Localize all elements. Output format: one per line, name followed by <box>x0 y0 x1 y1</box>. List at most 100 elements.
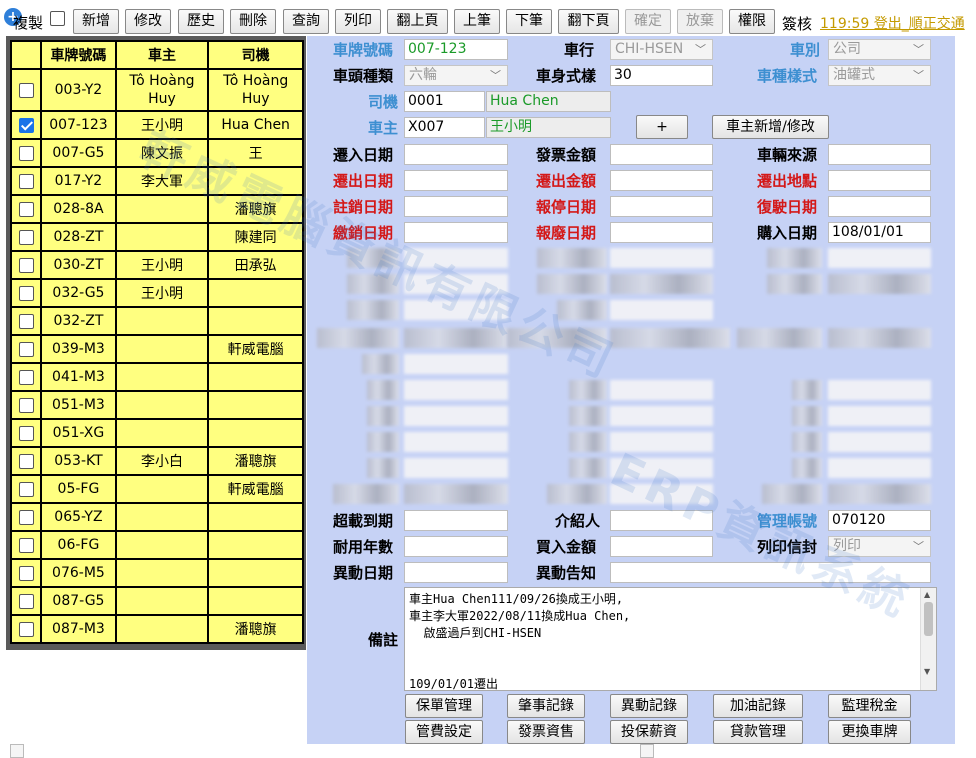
discard-button[interactable]: 放棄 <box>677 9 723 34</box>
loan-manage-button[interactable]: 貸款管理 <box>713 720 803 744</box>
introducer-field[interactable] <box>610 510 713 531</box>
scroll-thumb[interactable] <box>924 602 933 636</box>
plate-field[interactable]: 007-123 <box>404 39 508 60</box>
table-row[interactable]: 039-M3 軒威電腦 <box>12 336 302 362</box>
change-record-button[interactable]: 異動記錄 <box>610 694 688 718</box>
table-row[interactable]: 051-M3 <box>12 392 302 418</box>
row-checkbox[interactable] <box>18 621 34 637</box>
table-row[interactable]: 041-M3 <box>12 364 302 390</box>
prev-record-button[interactable]: 上筆 <box>454 9 500 34</box>
cancel-date-field[interactable] <box>404 196 508 217</box>
add-button[interactable]: 新增 <box>73 9 119 34</box>
table-row[interactable]: 05-FG 軒威電腦 <box>12 476 302 502</box>
model-select[interactable]: 油罐式 ﹀ <box>828 65 931 86</box>
table-row[interactable]: 06-FG <box>12 532 302 558</box>
invoice-amount-field[interactable] <box>610 144 713 165</box>
table-row[interactable]: 087-M3 潘聰旗 <box>12 616 302 642</box>
logout-link[interactable]: 119:59 登出_順正交通 <box>820 13 965 33</box>
out-place-field[interactable] <box>828 170 931 191</box>
invoice-sale-button[interactable]: 發票資售 <box>507 720 585 744</box>
table-row[interactable]: 032-G5 王小明 <box>12 280 302 306</box>
table-row[interactable]: 076-M5 <box>12 560 302 586</box>
row-checkbox[interactable] <box>18 593 34 609</box>
category-select[interactable]: 公司 ﹀ <box>828 39 931 60</box>
change-date-field[interactable] <box>404 562 508 583</box>
row-checkbox[interactable] <box>18 565 34 581</box>
source-field[interactable] <box>828 144 931 165</box>
suspend-date-field[interactable] <box>610 196 713 217</box>
row-checkbox[interactable] <box>18 425 34 441</box>
insured-salary-button[interactable]: 投保薪資 <box>610 720 688 744</box>
plus-button[interactable]: + <box>636 115 688 139</box>
row-checkbox[interactable] <box>18 481 34 497</box>
scroll-down-icon[interactable]: ▼ <box>924 667 930 676</box>
driver-code-field[interactable]: 0001 <box>404 91 485 112</box>
row-checkbox[interactable] <box>18 201 34 217</box>
delete-button[interactable]: 刪除 <box>230 9 276 34</box>
memo-scrollbar[interactable]: ▲ ▼ <box>920 588 936 690</box>
row-checkbox[interactable] <box>18 537 34 553</box>
confirm-button[interactable]: 確定 <box>625 9 671 34</box>
table-row[interactable]: 051-XG <box>12 420 302 446</box>
row-checkbox[interactable] <box>18 173 34 189</box>
memo-textarea[interactable]: 車主Hua Chen111/09/26換成王小明, 車主李大軍2022/08/1… <box>404 587 937 691</box>
next-record-button[interactable]: 下筆 <box>506 9 552 34</box>
owner-edit-button[interactable]: 車主新增/修改 <box>712 115 829 139</box>
table-row[interactable]: 053-KT 李小白 潘聰旗 <box>12 448 302 474</box>
envelope-select[interactable]: 列印 ﹀ <box>828 536 931 557</box>
resume-date-field[interactable] <box>828 196 931 217</box>
row-checkbox[interactable] <box>18 82 34 98</box>
row-checkbox[interactable] <box>18 369 34 385</box>
purchase-date-field[interactable]: 108/01/01 <box>828 222 931 243</box>
row-checkbox[interactable] <box>18 257 34 273</box>
table-row[interactable]: 003-Y2 Tô Hoàng Huy Tô Hoàng Huy <box>12 70 302 110</box>
table-row[interactable]: 007-G5 陳文振王 <box>12 140 302 166</box>
owner-code-field[interactable]: X007 <box>404 117 485 138</box>
table-row[interactable]: 007-123 王小明 Hua Chen <box>12 112 302 138</box>
scroll-up-icon[interactable]: ▲ <box>924 590 930 599</box>
row-checkbox[interactable] <box>18 453 34 469</box>
fuel-record-button[interactable]: 加油記錄 <box>713 694 803 718</box>
table-row[interactable]: 030-ZT 王小明 田承弘 <box>12 252 302 278</box>
policy-manage-button[interactable]: 保單管理 <box>405 694 483 718</box>
scrap-date-field[interactable] <box>610 222 713 243</box>
table-row[interactable]: 087-G5 <box>12 588 302 614</box>
body-type-field[interactable]: 30 <box>610 65 713 86</box>
row-checkbox[interactable] <box>18 285 34 301</box>
fee-setting-button[interactable]: 管費設定 <box>405 720 483 744</box>
page-up-button[interactable]: 翻上頁 <box>387 9 448 34</box>
row-checkbox[interactable] <box>18 145 34 161</box>
row-checkbox[interactable] <box>18 229 34 245</box>
change-notice-field[interactable] <box>610 562 931 583</box>
print-button[interactable]: 列印 <box>335 9 381 34</box>
row-checkbox[interactable] <box>18 509 34 525</box>
edit-button[interactable]: 修改 <box>125 9 171 34</box>
account-field[interactable]: 070120 <box>828 510 931 531</box>
table-row[interactable]: 028-8A 潘聰旗 <box>12 196 302 222</box>
permission-button[interactable]: 權限 <box>729 9 775 34</box>
table-row[interactable]: 032-ZT <box>12 308 302 334</box>
row-checkbox[interactable] <box>18 397 34 413</box>
out-amount-field[interactable] <box>610 170 713 191</box>
row-checkbox[interactable] <box>18 313 34 329</box>
out-date-field[interactable] <box>404 170 508 191</box>
service-years-field[interactable] <box>404 536 508 557</box>
overload-field[interactable] <box>404 510 508 531</box>
row-checkbox[interactable] <box>18 341 34 357</box>
table-row[interactable]: 017-Y2 李大軍 <box>12 168 302 194</box>
table-row[interactable]: 028-ZT 陳建同 <box>12 224 302 250</box>
copy-checkbox[interactable] <box>50 11 65 26</box>
company-select[interactable]: CHI-HSEN ﹀ <box>610 39 713 60</box>
head-type-select[interactable]: 六輪 ﹀ <box>404 65 508 86</box>
page-down-button[interactable]: 翻下頁 <box>558 9 619 34</box>
query-button[interactable]: 查詢 <box>283 9 329 34</box>
table-row[interactable]: 065-YZ <box>12 504 302 530</box>
tax-button[interactable]: 監理稅金 <box>828 694 911 718</box>
buy-amount-field[interactable] <box>610 536 713 557</box>
revoke-date-field[interactable] <box>404 222 508 243</box>
accident-record-button[interactable]: 肇事記錄 <box>507 694 585 718</box>
in-date-field[interactable] <box>404 144 508 165</box>
change-plate-button[interactable]: 更換車牌 <box>828 720 911 744</box>
row-checkbox[interactable] <box>18 117 34 133</box>
history-button[interactable]: 歷史 <box>178 9 224 34</box>
